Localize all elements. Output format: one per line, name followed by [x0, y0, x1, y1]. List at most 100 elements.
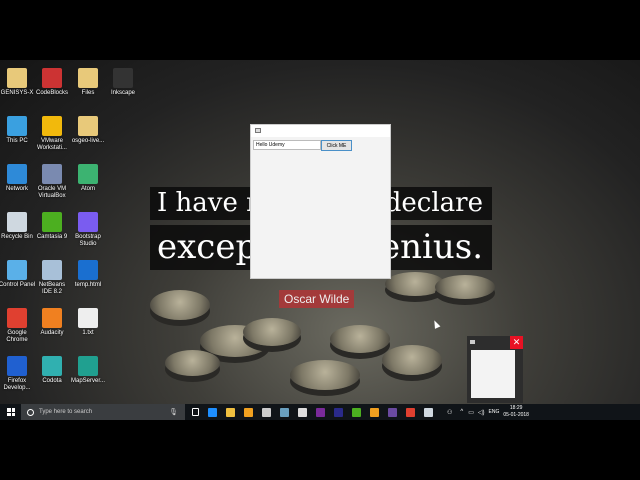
app-icon: [78, 260, 98, 280]
desktop-icon[interactable]: Network: [0, 164, 36, 193]
desktop: GENISYS-X CodeBlocks Files Inkscape This PC V…: [0, 60, 640, 420]
desktop-icon-label: osgeo-live...: [71, 138, 105, 144]
desktop-icon-label: 1.txt: [82, 330, 94, 336]
desktop-icon[interactable]: NetBeans IDE 8.2: [33, 260, 71, 296]
desktop-icon-label: Inkscape: [110, 90, 135, 96]
app-icon: [42, 308, 62, 328]
app-icon: [78, 68, 98, 88]
taskbar-app-icon[interactable]: [243, 407, 253, 417]
quote-line-2-right: enius.: [379, 227, 483, 267]
taskbar-app-icon[interactable]: [225, 407, 235, 417]
taskbar-app-icon[interactable]: [423, 407, 433, 417]
desktop-icon[interactable]: MapServer...: [69, 356, 107, 385]
volume-icon[interactable]: ◁): [478, 409, 485, 416]
typewriter-key: [150, 290, 210, 320]
app-icon: [7, 212, 27, 232]
taskbar-app-icon[interactable]: [405, 407, 415, 417]
desktop-icon-label: VMware Workstati...: [37, 138, 67, 151]
app-icon: [7, 164, 27, 184]
app-icon: [78, 356, 98, 376]
search-placeholder: Type here to search: [39, 409, 93, 415]
app-icon: [78, 164, 98, 184]
taskbar-app-icon[interactable]: [207, 407, 217, 417]
quote-author: Oscar Wilde: [279, 290, 355, 308]
desktop-icon[interactable]: Control Panel: [0, 260, 36, 289]
app-icon: [7, 68, 27, 88]
desktop-icon[interactable]: Audacity: [33, 308, 71, 337]
app-icon: [78, 212, 98, 232]
search-box[interactable]: Type here to search 🎙: [21, 404, 185, 420]
task-view-icon[interactable]: [192, 408, 199, 416]
desktop-icon-label: Codota: [42, 378, 62, 384]
app-icon: [42, 260, 62, 280]
desktop-icon[interactable]: Atom: [69, 164, 107, 193]
desktop-icon[interactable]: osgeo-live...: [69, 116, 107, 145]
desktop-icon[interactable]: GENISYS-X: [0, 68, 36, 97]
taskbar-app-icon[interactable]: [279, 407, 289, 417]
app-icon: [42, 116, 62, 136]
taskbar-thumbnail-preview[interactable]: ✕: [467, 336, 523, 403]
clock-date: 05-01-2018: [503, 412, 529, 418]
app-icon: [42, 164, 62, 184]
click-me-button[interactable]: Click ME: [321, 140, 352, 151]
desktop-icon[interactable]: 1.txt: [69, 308, 107, 337]
taskbar-app-icon[interactable]: [297, 407, 307, 417]
mouse-cursor-icon: [431, 319, 441, 329]
taskbar-app-icon[interactable]: [369, 407, 379, 417]
app-window[interactable]: Click ME: [250, 124, 391, 279]
desktop-icon-label: Control Panel: [0, 282, 36, 288]
desktop-icon[interactable]: Recycle Bin: [0, 212, 36, 241]
desktop-icon[interactable]: CodeBlocks: [33, 68, 71, 97]
desktop-icon-label: Recycle Bin: [1, 234, 33, 240]
taskbar-app-icon[interactable]: [315, 407, 325, 417]
desktop-icon-label: Firefox Develop...: [3, 378, 31, 391]
desktop-icon[interactable]: Bootstrap Studio: [69, 212, 107, 248]
app-icon: [42, 212, 62, 232]
microphone-icon[interactable]: 🎙: [169, 408, 178, 416]
clock[interactable]: 18:29 05-01-2018: [503, 405, 529, 419]
language-indicator[interactable]: ENG: [489, 409, 500, 415]
app-icon: [42, 356, 62, 376]
desktop-icon[interactable]: This PC: [0, 116, 36, 145]
desktop-icon[interactable]: Codota: [33, 356, 71, 385]
typewriter-key: [290, 360, 360, 390]
taskbar-apps: [203, 407, 437, 417]
desktop-icon-label: Audacity: [40, 330, 64, 336]
desktop-icon[interactable]: Camtasia 9: [33, 212, 71, 241]
desktop-icon[interactable]: temp.html: [69, 260, 107, 289]
desktop-icon[interactable]: Google Chrome: [0, 308, 36, 344]
desktop-icon-label: Bootstrap Studio: [75, 234, 101, 247]
taskbar: Type here to search 🎙 ⚇ ^ ▭ ◁) ENG 18:29…: [0, 404, 640, 420]
desktop-icon-label: MapServer...: [70, 378, 105, 384]
clock-time: 18:29: [509, 405, 523, 411]
people-icon[interactable]: ⚇: [447, 409, 452, 416]
taskbar-app-icon[interactable]: [261, 407, 271, 417]
desktop-icon-label: Network: [5, 186, 28, 192]
desktop-icon[interactable]: Files: [69, 68, 107, 97]
quote-line-1-right: declare: [384, 188, 483, 218]
windows-start-icon[interactable]: [7, 408, 15, 416]
desktop-icon[interactable]: VMware Workstati...: [33, 116, 71, 152]
desktop-icon-label: NetBeans IDE 8.2: [38, 282, 66, 295]
desktop-icon-label: Files: [81, 90, 95, 96]
network-icon[interactable]: ▭: [468, 409, 474, 416]
typewriter-key: [165, 350, 220, 376]
app-icon: [42, 68, 62, 88]
show-hidden-icons-chevron-icon[interactable]: ^: [460, 409, 463, 415]
app-icon: [470, 340, 475, 344]
taskbar-app-icon[interactable]: [351, 407, 361, 417]
app-icon: [7, 116, 27, 136]
text-field[interactable]: [253, 140, 321, 150]
desktop-icon[interactable]: Inkscape: [104, 68, 142, 97]
close-icon[interactable]: ✕: [510, 336, 523, 349]
app-icon: [7, 308, 27, 328]
window-title-bar[interactable]: [251, 125, 390, 137]
desktop-icon[interactable]: Firefox Develop...: [0, 356, 36, 392]
taskbar-app-icon[interactable]: [333, 407, 343, 417]
app-icon: [7, 356, 27, 376]
taskbar-app-icon[interactable]: [387, 407, 397, 417]
desktop-icon[interactable]: Oracle VM VirtualBox: [33, 164, 71, 200]
app-icon: [78, 116, 98, 136]
desktop-icon-label: CodeBlocks: [35, 90, 68, 96]
quote-line-1-left: I have n: [157, 188, 263, 218]
